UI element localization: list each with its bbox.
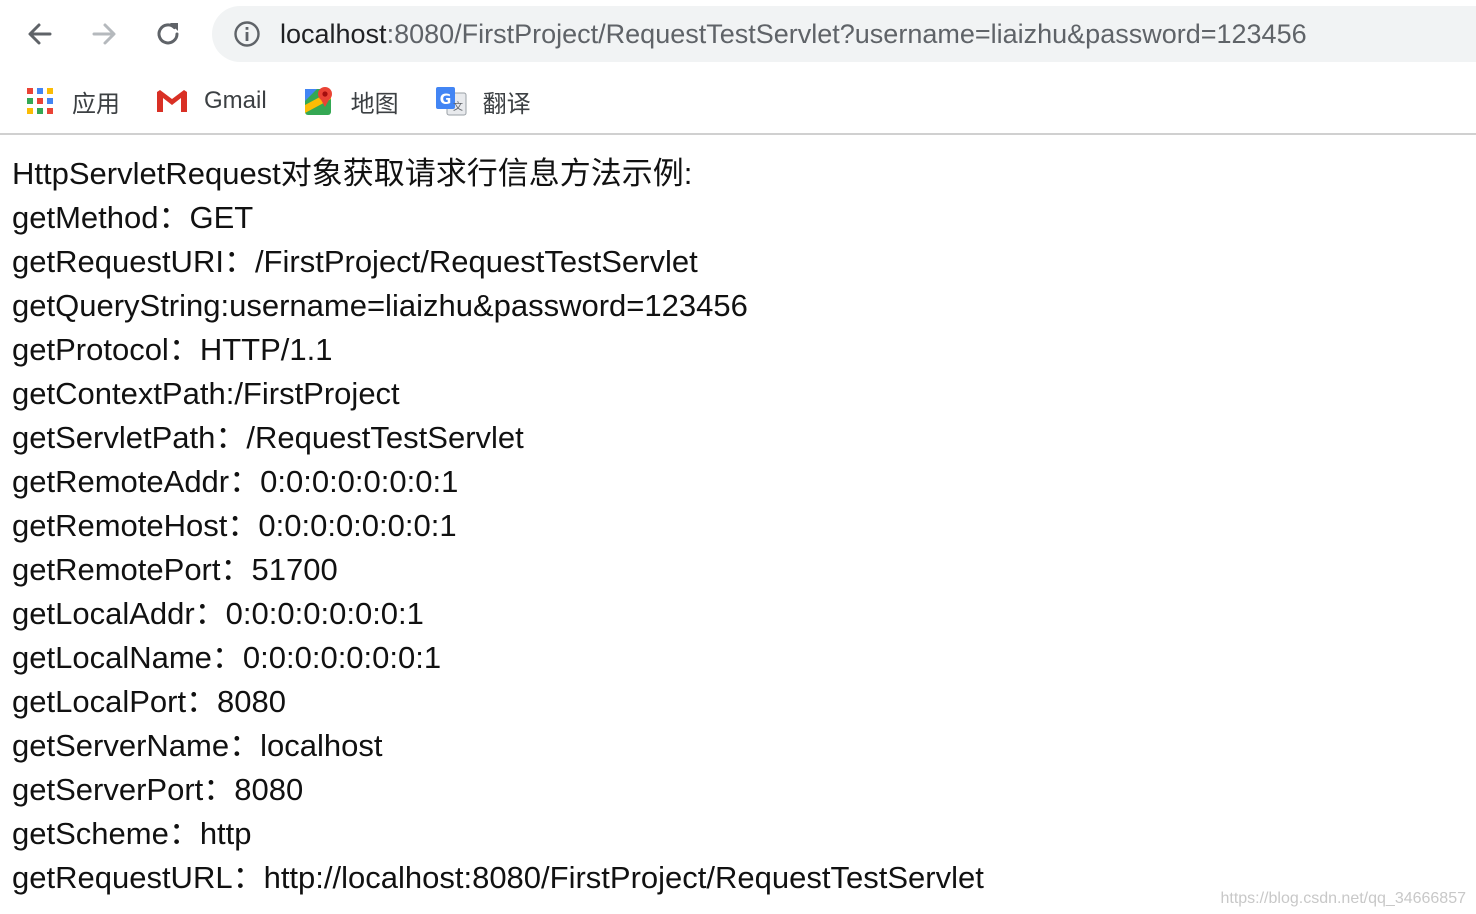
bookmark-maps[interactable]: 地图 bbox=[303, 81, 399, 121]
info-line-scheme: getScheme：http bbox=[12, 816, 252, 851]
info-line-server-name: getServerName：localhost bbox=[12, 728, 383, 763]
translate-icon: G 文 bbox=[435, 85, 467, 117]
page-heading: HttpServletRequest对象获取请求行信息方法示例: bbox=[12, 156, 693, 191]
info-line-context-path: getContextPath:/FirstProject bbox=[12, 376, 400, 411]
bookmarks-bar: 应用 Gmail 地图 G 文 翻译 bbox=[0, 70, 1476, 132]
info-line-servlet-path: getServletPath：/RequestTestServlet bbox=[12, 420, 524, 455]
info-line-remote-port: getRemotePort：51700 bbox=[12, 552, 338, 587]
reload-icon bbox=[157, 23, 179, 45]
bookmark-label: 应用 bbox=[72, 90, 120, 118]
browser-toolbar: localhost:8080/FirstProject/RequestTestS… bbox=[0, 0, 1476, 68]
bookmark-gmail[interactable]: Gmail bbox=[156, 81, 267, 121]
bookmark-label: Gmail bbox=[204, 87, 267, 114]
arrow-right-icon bbox=[92, 23, 116, 45]
bookmark-label: 地图 bbox=[350, 90, 399, 118]
info-line-server-port: getServerPort：8080 bbox=[12, 772, 304, 807]
svg-text:G: G bbox=[439, 92, 451, 108]
bookmark-translate[interactable]: G 文 翻译 bbox=[435, 81, 531, 121]
svg-text:文: 文 bbox=[453, 100, 463, 113]
info-line-protocol: getProtocol：HTTP/1.1 bbox=[12, 332, 333, 367]
info-line-request-uri: getRequestURI：/FirstProject/RequestTestS… bbox=[12, 244, 698, 279]
info-line-remote-addr: getRemoteAddr：0:0:0:0:0:0:0:1 bbox=[12, 464, 459, 499]
info-line-local-name: getLocalName：0:0:0:0:0:0:0:1 bbox=[12, 640, 442, 675]
address-url[interactable]: localhost:8080/FirstProject/RequestTestS… bbox=[280, 19, 1307, 50]
watermark: https://blog.csdn.net/qq_34666857 bbox=[1220, 890, 1466, 907]
apps-grid-icon bbox=[24, 85, 56, 117]
reload-button[interactable] bbox=[146, 12, 190, 56]
address-path: :8080/FirstProject/RequestTestServlet?us… bbox=[386, 18, 1307, 49]
info-line-local-addr: getLocalAddr：0:0:0:0:0:0:0:1 bbox=[12, 596, 424, 631]
bookmark-apps[interactable]: 应用 bbox=[24, 81, 120, 121]
toolbar-divider bbox=[0, 133, 1476, 135]
address-host: localhost bbox=[280, 18, 387, 49]
forward-button[interactable] bbox=[82, 12, 126, 56]
bookmark-label: 翻译 bbox=[482, 90, 531, 118]
gmail-icon bbox=[156, 85, 188, 117]
page-content: HttpServletRequest对象获取请求行信息方法示例: getMeth… bbox=[12, 152, 1462, 900]
arrow-left-icon bbox=[28, 23, 52, 45]
info-line-method: getMethod：GET bbox=[12, 200, 254, 235]
address-bar[interactable]: localhost:8080/FirstProject/RequestTestS… bbox=[212, 6, 1476, 62]
site-info-icon[interactable] bbox=[232, 19, 262, 49]
back-button[interactable] bbox=[18, 12, 62, 56]
maps-icon bbox=[303, 85, 335, 117]
info-line-remote-host: getRemoteHost：0:0:0:0:0:0:0:1 bbox=[12, 508, 457, 543]
info-line-query-string: getQueryString:username=liaizhu&password… bbox=[12, 288, 748, 323]
info-line-local-port: getLocalPort：8080 bbox=[12, 684, 287, 719]
